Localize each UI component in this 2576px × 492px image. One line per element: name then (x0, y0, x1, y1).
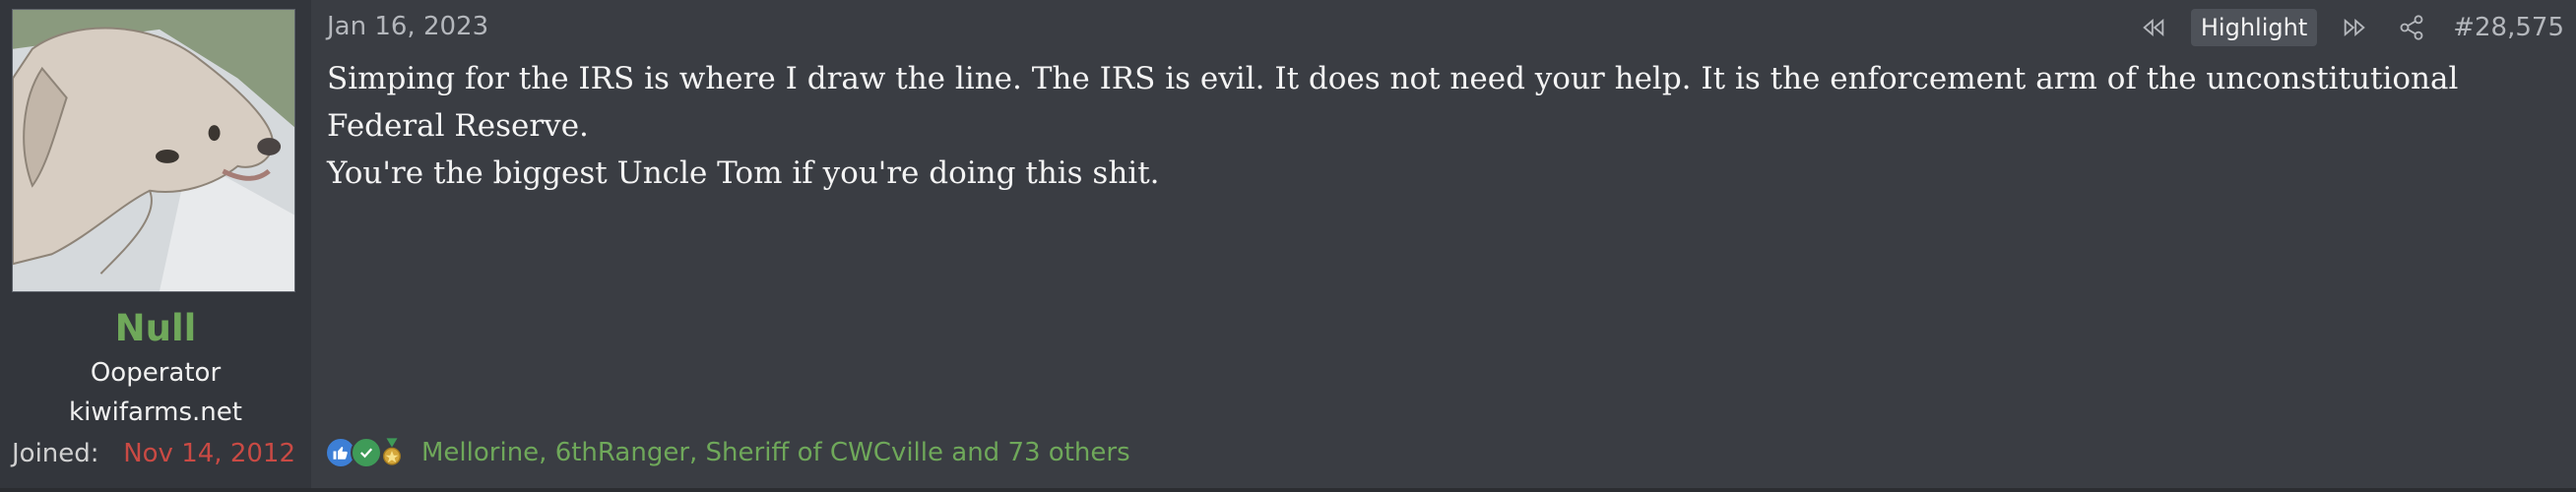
post-body: Simping for the IRS is where I draw the … (327, 55, 2572, 197)
highlight-button[interactable]: Highlight (2190, 9, 2318, 46)
user-avatar[interactable] (12, 9, 295, 292)
post-actions: Highlight #28,575 (2116, 8, 2564, 47)
reaction-users-list[interactable]: Mellorine, 6thRanger, Sheriff of CWCvill… (421, 438, 1130, 467)
post-number-link[interactable]: #28,575 (2453, 13, 2564, 42)
user-info-column: Null Ooperator kiwifarms.net Joined: Nov… (0, 0, 311, 488)
medal-icon (376, 437, 408, 468)
fast-forward-icon[interactable] (2335, 8, 2374, 47)
post-paragraph: You're the biggest Uncle Tom if you're d… (327, 155, 1160, 191)
joined-label: Joined: (12, 439, 99, 468)
post-paragraph: Simping for the IRS is where I draw the … (327, 61, 2459, 144)
reactions-bar[interactable]: Mellorine, 6thRanger, Sheriff of CWCvill… (325, 437, 1130, 468)
joined-date: Nov 14, 2012 (123, 439, 295, 468)
post-main: Jan 16, 2023 Highlight #28,575 Simping f… (311, 0, 2576, 488)
user-title: Ooperator (90, 358, 222, 388)
share-icon[interactable] (2392, 8, 2431, 47)
dog-avatar-image (13, 10, 294, 291)
post-date[interactable]: Jan 16, 2023 (327, 12, 488, 41)
reaction-icons (325, 437, 402, 468)
post-separator (0, 488, 2576, 492)
username[interactable]: Null (0, 307, 311, 349)
forum-post: Null Ooperator kiwifarms.net Joined: Nov… (0, 0, 2576, 488)
user-site: kiwifarms.net (69, 398, 242, 427)
rewind-icon[interactable] (2134, 8, 2173, 47)
